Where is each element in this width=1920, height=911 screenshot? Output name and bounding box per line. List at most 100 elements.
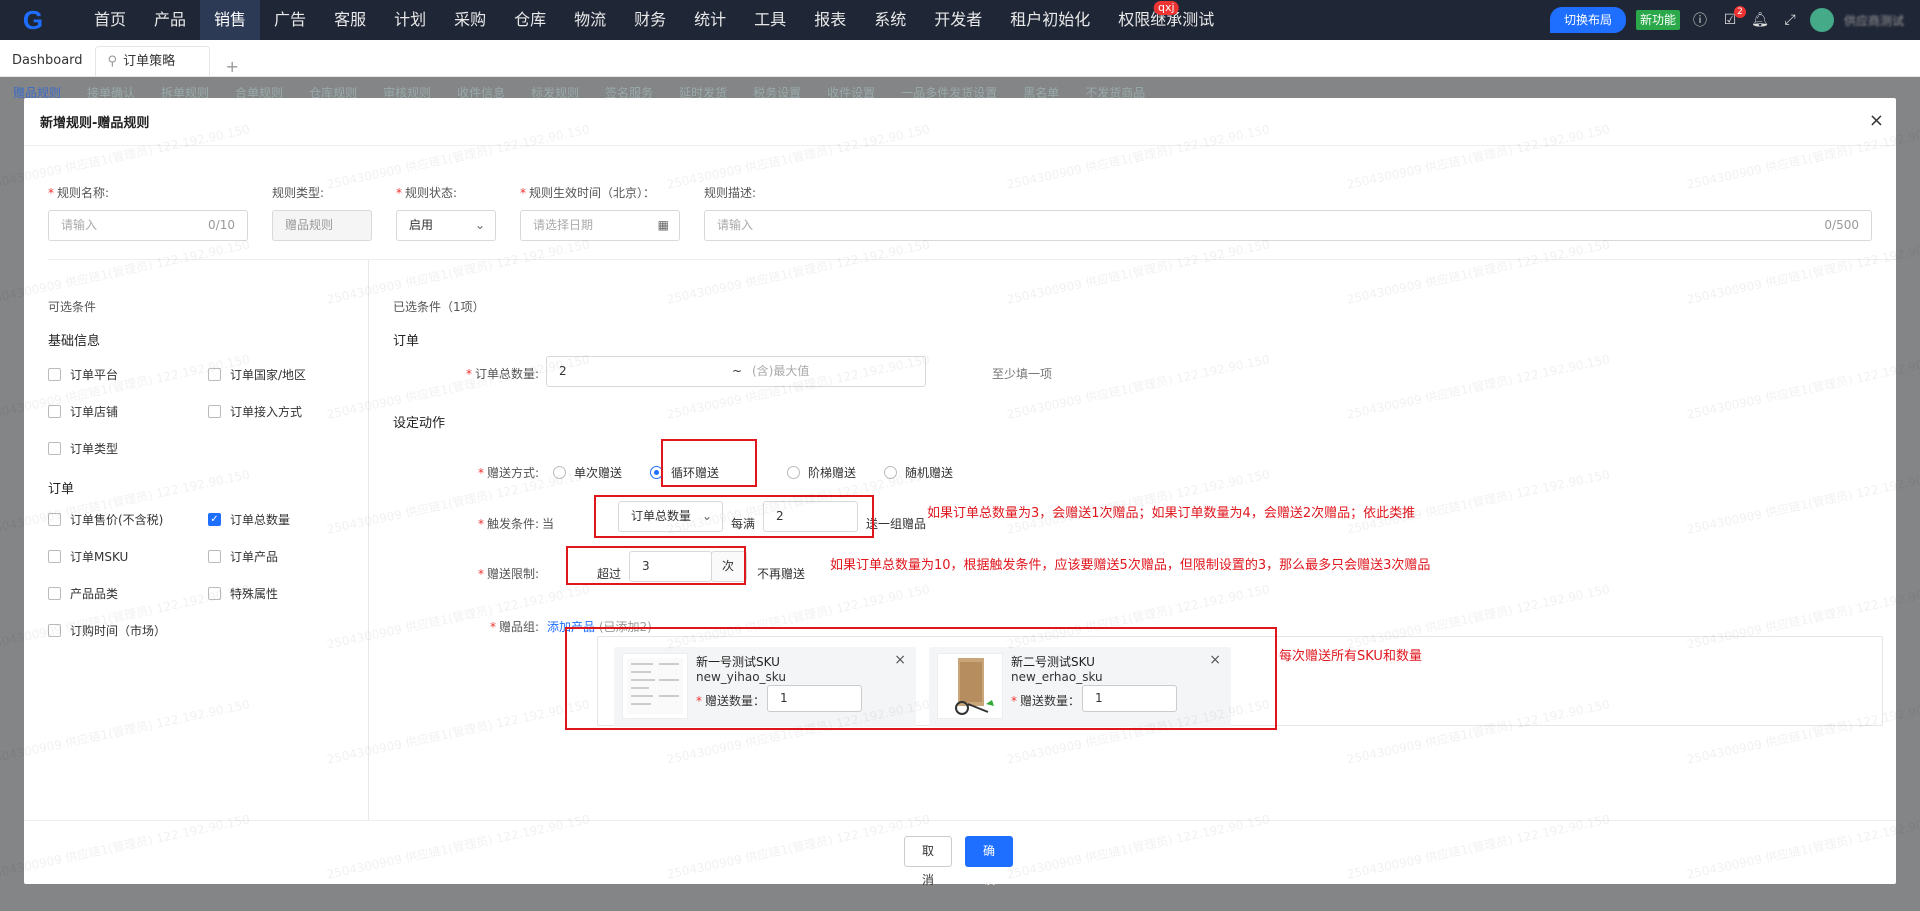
switch-layout-button[interactable]: 切换布局 (1549, 7, 1626, 33)
nav-item[interactable]: 仓库 (500, 0, 560, 40)
condition-checkbox[interactable]: 订单平台 (48, 366, 118, 383)
order-qty-hint: 至少填一项 (992, 367, 1053, 381)
gift-mode-radio[interactable]: 阶梯赠送 (787, 464, 856, 481)
nav-item[interactable]: 首页 (80, 0, 140, 40)
modal-title: 新增规则-赠品规则 (40, 116, 150, 131)
close-icon[interactable]: × (1869, 110, 1884, 131)
checkbox-icon (48, 550, 61, 563)
checkbox-icon (48, 587, 61, 600)
avatar[interactable] (1809, 8, 1834, 32)
user-badge: qxj (1153, 1, 1179, 15)
nav-item[interactable]: 销售 (200, 0, 261, 40)
checkbox-icon (48, 368, 61, 381)
gift-group-label: * 赠品组: (489, 620, 539, 634)
annotation-box (661, 439, 757, 487)
condition-checkbox[interactable]: 订单产品 (208, 548, 278, 565)
annotation-limit-note: 如果订单总数量为10，根据触发条件，应该要赠送5次赠品，但限制设置的3，那么最多… (830, 558, 1431, 573)
checkbox-icon (208, 368, 221, 381)
group-order: 订单 (48, 482, 75, 497)
gift-mode-radio[interactable]: 随机赠送 (884, 464, 953, 481)
checkmark-icon: ✓ (208, 513, 221, 526)
rule-name-input[interactable]: 请输入 0/10 (48, 210, 248, 241)
tab-order-strategy[interactable]: ⚲ 订单策略 (94, 46, 210, 76)
fullscreen-icon[interactable]: ⤢ (1780, 12, 1800, 28)
nav-item[interactable]: 广告 (260, 0, 320, 40)
nav-item[interactable]: 统计 (680, 0, 740, 40)
task-icon[interactable]: ☑ 2 (1720, 6, 1746, 28)
annotation-group-note: 每次赠送所有SKU和数量 (1279, 649, 1422, 664)
range-tilde: ~ (732, 364, 743, 378)
nav-item[interactable]: 租户初始化 (996, 0, 1104, 40)
condition-checkbox[interactable]: 订单MSKU (48, 548, 128, 565)
help-icon[interactable]: ⓘ (1690, 10, 1710, 30)
checkbox-icon (48, 624, 61, 637)
selected-conditions-title: 已选条件（1项） (393, 300, 485, 314)
trigger-suffix: 送一组赠品 (866, 517, 927, 531)
condition-checkbox[interactable]: 订购时间（市场） (48, 622, 166, 639)
username[interactable]: 供应商测试 (1844, 12, 1904, 29)
nav-item[interactable]: 工具 (740, 0, 800, 40)
condition-checkbox[interactable]: ✓ 订单总数量 (208, 511, 290, 528)
add-gift-rule-modal: 新增规则-赠品规则 × * 规则名称: 请输入 0/10 规则类型: 赠品规则 * 规… (0, 98, 1920, 887)
tab-dashboard[interactable]: Dashboard (0, 46, 95, 76)
rule-time-label: * 规则生效时间（北京）： (520, 186, 656, 200)
gift-mode-radio[interactable]: 单次赠送 (553, 464, 622, 481)
condition-checkbox[interactable]: 订单接入方式 (208, 403, 302, 420)
rule-desc-input[interactable]: 请输入 0/500 (704, 210, 1872, 241)
order-qty-range[interactable]: 2 ~ (含)最大值 (546, 356, 926, 387)
condition-checkbox[interactable]: 产品品类 (48, 585, 118, 602)
checkbox-icon (48, 442, 61, 455)
available-conditions-title: 可选条件 (48, 300, 97, 314)
nav-item[interactable]: 开发者 (920, 0, 996, 40)
cancel-button[interactable]: 取消 (904, 836, 952, 887)
selected-conditions-panel: 已选条件（1项） 订单 * 订单总数量: 2 ~ (含)最大值 至少填一项 设定动… (369, 260, 1896, 820)
annotation-box (594, 495, 874, 538)
nav-item[interactable]: 报表 (800, 0, 860, 40)
nav-item[interactable]: 产品 (140, 0, 200, 40)
task-badge: 2 (1733, 6, 1746, 18)
nav-item[interactable]: 财务 (620, 0, 680, 40)
modal-footer: 取消 确认 (24, 820, 1896, 887)
app-logo[interactable]: G (0, 0, 64, 40)
rule-desc-count: 0/500 (1824, 218, 1859, 232)
confirm-button[interactable]: 确认 (965, 836, 1013, 887)
condition-checkbox[interactable]: 订单国家/地区 (208, 366, 306, 383)
pin-icon: ⚲ (107, 54, 118, 69)
limit-suffix: 不再赠送 (757, 567, 806, 581)
bell-icon[interactable]: 🔔︎ (1750, 12, 1770, 28)
annotation-box (566, 546, 746, 585)
available-conditions-panel: 可选条件 基础信息 订单 订单平台 订单国家/地区 订单店铺 订单接入方式 订单类型 订单… (24, 260, 369, 820)
checkbox-icon (48, 513, 61, 526)
rule-name-count: 0/10 (208, 218, 235, 232)
nav-item[interactable]: 计划 (380, 0, 440, 40)
nav-item[interactable]: 物流 (560, 0, 620, 40)
checkbox-icon (208, 405, 221, 418)
chevron-down-icon: ⌄ (474, 218, 485, 232)
radio-icon (553, 466, 566, 479)
radio-icon (787, 466, 800, 479)
radio-icon (884, 466, 897, 479)
order-qty-label: * 订单总数量: (465, 367, 539, 381)
condition-checkbox[interactable]: 订单店铺 (48, 403, 118, 420)
rule-time-picker[interactable]: 请选择日期 ▦ (520, 210, 680, 241)
page-tabs: Dashboard ⚲ 订单策略 + (0, 40, 1920, 77)
condition-checkbox[interactable]: 订单类型 (48, 440, 118, 457)
order-qty-max[interactable]: (含)最大值 (752, 357, 809, 386)
add-tab-button[interactable]: + (210, 57, 255, 76)
rule-status-select[interactable]: 启用 ⌄ (396, 210, 496, 241)
nav-item[interactable]: 系统 (860, 0, 920, 40)
rule-type-field: 赠品规则 (272, 210, 372, 241)
condition-checkbox[interactable]: 特殊属性 (208, 585, 278, 602)
nav-item[interactable]: 客服 (320, 0, 380, 40)
section-action: 设定动作 (393, 416, 446, 431)
gift-mode-label: * 赠送方式: (477, 466, 539, 480)
rule-type-label: 规则类型: (272, 186, 325, 200)
new-feature-button[interactable]: 新功能 (1635, 10, 1680, 30)
order-qty-min[interactable]: 2 (559, 364, 567, 378)
section-order: 订单 (393, 334, 420, 349)
condition-checkbox[interactable]: 订单售价(不含税) (48, 511, 163, 528)
main-menu: 首页 产品 销售 广告 客服 计划 采购 仓库 物流 财务 统计 工具 报表 系统 开发者 租户初始化 qxj 权… (80, 0, 1228, 40)
nav-item[interactable]: 采购 (440, 0, 500, 40)
nav-item[interactable]: qxj 权限继承测试 (1104, 0, 1228, 40)
rule-status-label: * 规则状态: (396, 186, 458, 200)
